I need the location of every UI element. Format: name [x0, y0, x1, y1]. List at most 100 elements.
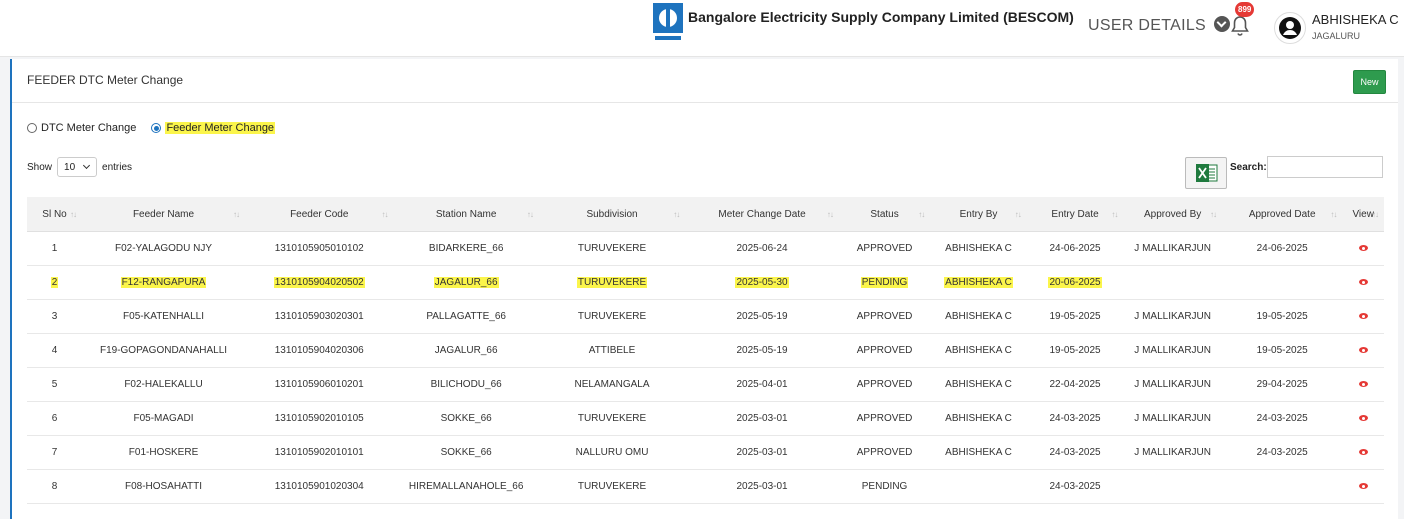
dtc-meter-change-radio[interactable] [27, 123, 37, 133]
column-header[interactable]: Status ↑↓ [838, 197, 931, 232]
table-cell: J MALLIKARJUN [1123, 367, 1222, 402]
table-cell [1123, 469, 1222, 504]
table-cell: 20-06-2025 [1026, 265, 1124, 300]
view-eye-icon[interactable] [1358, 483, 1368, 490]
table-cell: 1310105904020306 [245, 333, 394, 368]
column-header[interactable]: Sl No ↑↓ [27, 197, 83, 232]
cell-value: APPROVED [856, 379, 913, 390]
excel-export-button[interactable] [1185, 157, 1227, 189]
table-cell: F05-MAGADI [82, 401, 246, 436]
cell-value: BIDARKERE_66 [428, 243, 504, 254]
user-location: JAGALURU [1312, 31, 1361, 41]
table-cell: 24-06-2025 [1026, 231, 1124, 266]
column-header-label: Meter Change Date [718, 208, 806, 220]
avatar-icon[interactable] [1274, 12, 1306, 44]
table-cell: APPROVED [838, 435, 931, 470]
cell-value: J MALLIKARJUN [1134, 447, 1211, 458]
table-cell: NALLURU OMU [538, 435, 686, 470]
column-header-label: Status [870, 208, 899, 220]
table-cell: APPROVED [838, 401, 931, 436]
column-header[interactable]: View ↑↓ [1342, 197, 1384, 232]
show-label: Show [27, 161, 53, 173]
view-eye-icon[interactable] [1358, 245, 1368, 252]
sort-icon: ↑↓ [918, 210, 925, 219]
table-cell: 4 [27, 333, 83, 368]
view-eye-icon[interactable] [1358, 381, 1368, 388]
user-details-menu[interactable]: USER DETAILS [1088, 16, 1230, 35]
column-header[interactable]: Approved Date ↑↓ [1221, 197, 1343, 232]
table-cell: 19-05-2025 [1026, 299, 1124, 334]
search-label: Search: [1230, 162, 1267, 173]
feeder-meter-change-option[interactable]: Feeder Meter Change [151, 122, 276, 134]
view-eye-icon[interactable] [1358, 347, 1368, 354]
table-cell: SOKKE_66 [393, 435, 539, 470]
table-cell [1342, 299, 1384, 334]
table-cell [1342, 231, 1384, 266]
column-header[interactable]: Feeder Name ↑↓ [82, 197, 246, 232]
feeder-meter-change-radio[interactable] [151, 123, 162, 133]
column-header[interactable]: Entry Date ↑↓ [1026, 197, 1124, 232]
cell-value: 20-06-2025 [1048, 277, 1102, 288]
table-cell: 1310105904020502 [245, 265, 394, 300]
table-row: 1 F02-YALAGODU NJY 1310105905010102 BIDARKE… [27, 231, 1384, 266]
column-header[interactable]: Feeder Code ↑↓ [245, 197, 394, 232]
sort-icon: ↑↓ [233, 210, 240, 219]
table-cell: 2025-03-01 [685, 469, 839, 504]
cell-value: ABHISHEKA C [945, 345, 1012, 356]
table-cell: APPROVED [838, 299, 931, 334]
search-input[interactable] [1267, 156, 1383, 178]
table-cell: HIREMALLANAHOLE_66 [393, 469, 539, 504]
column-header[interactable]: Approved By ↑↓ [1123, 197, 1222, 232]
table-cell [930, 469, 1027, 504]
column-header[interactable]: Subdivision ↑↓ [538, 197, 686, 232]
cell-value: 1 [51, 243, 58, 254]
table-cell: 29-04-2025 [1221, 367, 1343, 402]
view-eye-icon[interactable] [1358, 449, 1368, 456]
cell-value: 24-03-2025 [1049, 447, 1101, 458]
cell-value: 29-04-2025 [1256, 379, 1308, 390]
table-cell: 24-03-2025 [1026, 435, 1124, 470]
cell-value: 24-03-2025 [1049, 413, 1101, 424]
column-header[interactable]: Station Name ↑↓ [393, 197, 539, 232]
table-cell: ABHISHEKA C [930, 401, 1027, 436]
entries-select[interactable]: 10 [57, 157, 98, 177]
view-eye-icon[interactable] [1358, 279, 1368, 286]
cell-value: 2025-03-01 [736, 447, 788, 458]
cell-value: ABHISHEKA C [945, 311, 1012, 322]
table-cell: 7 [27, 435, 83, 470]
table-cell: F01-HOSKERE [82, 435, 246, 470]
table-cell: 1310105902010105 [245, 401, 394, 436]
new-button[interactable]: New [1353, 70, 1386, 94]
user-details-label: USER DETAILS [1088, 17, 1206, 34]
cell-value: SOKKE_66 [440, 447, 492, 458]
cell-value: TURUVEKERE [576, 277, 648, 288]
user-name: ABHISHEKA C [1312, 12, 1399, 27]
dtc-meter-change-option[interactable]: DTC Meter Change [27, 122, 136, 134]
view-eye-icon[interactable] [1358, 415, 1368, 422]
bescom-logo-icon [653, 3, 683, 42]
table-cell: 24-06-2025 [1221, 231, 1343, 266]
table-cell: F05-KATENHALLI [82, 299, 246, 334]
view-eye-icon[interactable] [1358, 313, 1368, 320]
table-cell: TURUVEKERE [538, 265, 686, 300]
table-cell: BIDARKERE_66 [393, 231, 539, 266]
table-cell: PALLAGATTE_66 [393, 299, 539, 334]
column-header-label: Entry By [959, 208, 998, 220]
cell-value: SOKKE_66 [440, 413, 492, 424]
cell-value: 2 [50, 277, 59, 288]
column-header[interactable]: Entry By ↑↓ [930, 197, 1027, 232]
table-cell: ABHISHEKA C [930, 299, 1027, 334]
cell-value: J MALLIKARJUN [1134, 243, 1211, 254]
table-cell [1221, 265, 1343, 300]
cell-value: 1310105902010101 [274, 447, 364, 458]
column-header[interactable]: Meter Change Date ↑↓ [685, 197, 839, 232]
table-cell: F08-HOSAHATTI [82, 469, 246, 504]
feeder-meter-change-table: Sl No ↑↓ Feeder Name ↑↓ Feeder Code ↑↓ Station… [27, 197, 1384, 504]
dtc-meter-change-label: DTC Meter Change [41, 122, 137, 134]
table-cell: ATTIBELE [538, 333, 686, 368]
cell-value: TURUVEKERE [577, 413, 647, 424]
table-cell: J MALLIKARJUN [1123, 231, 1222, 266]
cell-value: J MALLIKARJUN [1134, 345, 1211, 356]
feeder-meter-change-label: Feeder Meter Change [165, 122, 276, 134]
bell-icon[interactable] [1228, 14, 1252, 38]
